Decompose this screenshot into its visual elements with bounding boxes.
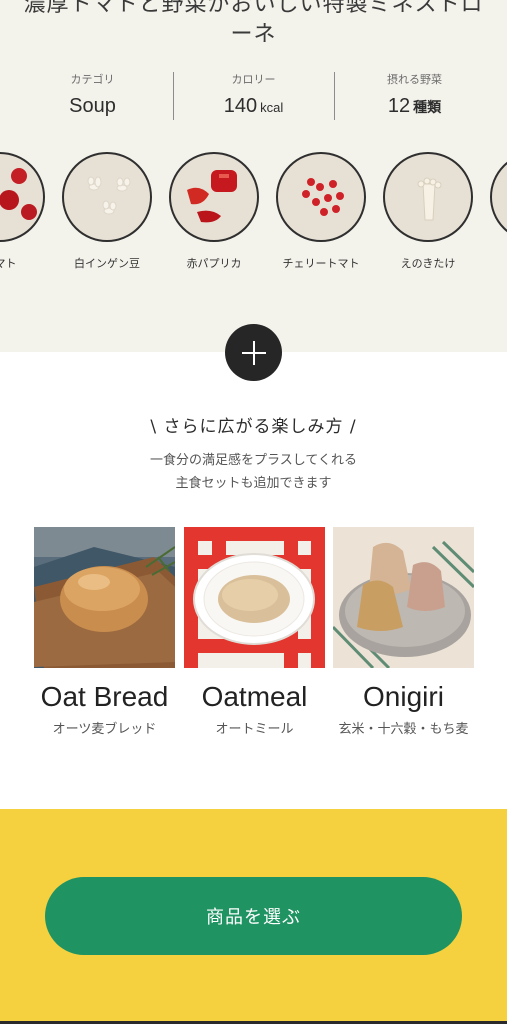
calorie-value: 140	[223, 95, 258, 117]
white-bean-icon	[62, 152, 152, 242]
cta-section: 商品を選ぶ	[0, 809, 507, 1024]
vegetable-unit: 種類	[413, 100, 442, 116]
category-value: Soup	[69, 95, 116, 117]
add-staple-button[interactable]	[225, 324, 282, 381]
onigiri-photo	[333, 527, 474, 668]
section-description-line-1: 一食分の満足感をプラスしてくれる	[150, 453, 357, 468]
vegetable-label: えのきたけ	[400, 257, 456, 270]
section-description-line-2: 主食セットも追加できます	[175, 476, 332, 491]
oatmeal-photo	[184, 527, 325, 668]
recipe-title-line-2: ーネ	[230, 22, 277, 47]
staple-item-oat-bread[interactable]: Oat Bread オーツ麦ブレッド	[34, 527, 175, 741]
vegetable-count: 12	[387, 95, 411, 117]
vegetable-item[interactable]: えのきたけ	[368, 152, 488, 271]
enoki-icon	[383, 152, 473, 242]
vegetable-item[interactable]	[475, 152, 507, 242]
vegetable-icon	[490, 152, 507, 242]
vegetable-item[interactable]: チェリートマト	[261, 152, 381, 271]
stat-label: 摂れる野菜	[387, 73, 442, 86]
tomato-icon	[0, 152, 45, 242]
plus-icon	[241, 340, 266, 365]
cherry-tomato-icon	[276, 152, 366, 242]
select-product-button[interactable]: 商品を選ぶ	[45, 877, 462, 955]
red-paprika-icon	[169, 152, 259, 242]
stat-calories: カロリー 140 kcal	[173, 68, 334, 122]
staple-list: Oat Bread オーツ麦ブレッド Oatmeal オートミール Onigir…	[34, 527, 474, 777]
staple-item-onigiri[interactable]: Onigiri 玄米・十六穀・もち麦	[333, 527, 474, 741]
stat-label: カテゴリ	[70, 73, 115, 86]
staple-name: Oat Bread	[40, 681, 169, 712]
staple-description: オーツ麦ブレッド	[52, 722, 157, 737]
stat-label: カロリー	[231, 73, 276, 86]
vegetable-item[interactable]: 白インゲン豆	[47, 152, 167, 271]
stat-value: 140 kcal	[173, 95, 334, 118]
staple-description: 玄米・十六穀・もち麦	[338, 722, 469, 737]
vegetable-label: 白インゲン豆	[74, 257, 140, 270]
vegetable-carousel[interactable]: トマト 白インゲン豆	[0, 152, 507, 272]
section-heading: \ さらに広がる楽しみ方 /	[150, 417, 357, 437]
stat-vegetables: 摂れる野菜 12 種類	[334, 68, 495, 122]
stat-category: カテゴリ Soup	[12, 68, 173, 122]
staple-name: Onigiri	[363, 681, 444, 712]
staple-name: Oatmeal	[201, 681, 308, 712]
vegetable-label: 赤パプリカ	[186, 257, 242, 270]
calorie-unit: kcal	[260, 100, 284, 115]
recipe-info-section: 濃厚トマトと野菜がおいしい特製ミネストロ ーネ カテゴリ Soup カロリー 1…	[0, 0, 507, 352]
recipe-stats: カテゴリ Soup カロリー 140 kcal 摂れる野菜 12 種類	[12, 68, 495, 122]
stat-value: 12 種類	[334, 95, 495, 118]
stat-value: Soup	[12, 95, 173, 118]
vegetable-label: チェリートマト	[282, 257, 360, 270]
oat-bread-photo	[34, 527, 175, 668]
vegetable-item[interactable]: 赤パプリカ	[154, 152, 274, 271]
staple-description: オートミール	[215, 722, 294, 737]
staple-item-oatmeal[interactable]: Oatmeal オートミール	[184, 527, 325, 741]
